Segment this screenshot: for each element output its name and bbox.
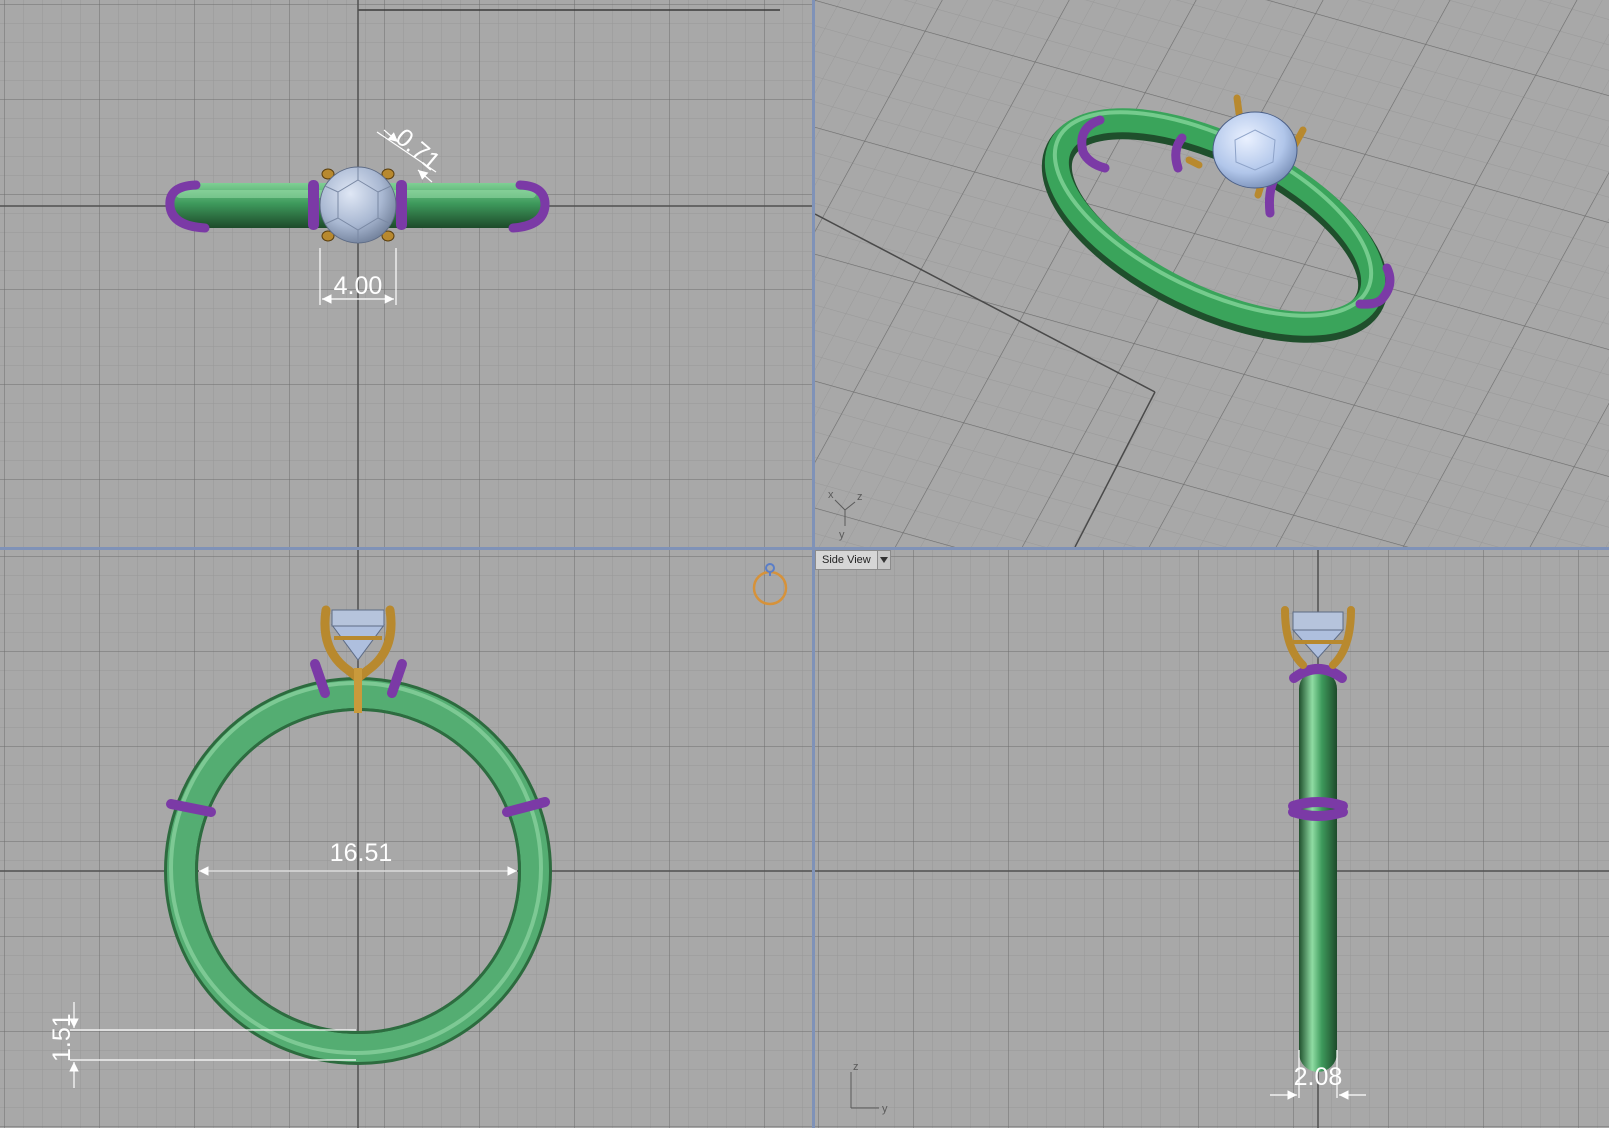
bead-head-left-top[interactable] xyxy=(308,180,319,230)
axis-x-label: x xyxy=(828,489,834,501)
dim-label-stone-width: 4.00 xyxy=(334,272,383,300)
axis-z-label: z xyxy=(857,491,863,503)
top-viewport-canvas: 0.71 4.00 xyxy=(0,0,812,547)
top-viewport[interactable]: 0.71 4.00 xyxy=(0,0,812,547)
gemstone-top[interactable] xyxy=(319,166,397,244)
view-selector-dropdown[interactable]: Side View xyxy=(815,550,891,570)
front-viewport-canvas: 16.51 1.51 xyxy=(0,550,812,1128)
viewport-divider-vertical[interactable] xyxy=(812,0,815,1128)
viewport-divider-horizontal[interactable] xyxy=(0,547,1609,550)
axis-y-label: y xyxy=(839,529,845,541)
ring-band-side[interactable] xyxy=(1299,670,1337,1072)
dim-label-band-thickness: 1.51 xyxy=(48,1013,76,1062)
perspective-viewport-canvas: x z y xyxy=(815,0,1609,547)
side-viewport-canvas: 2.08 z y xyxy=(815,550,1609,1128)
view-selector-label: Side View xyxy=(822,554,871,566)
perspective-viewport[interactable]: x z y xyxy=(815,0,1609,547)
chevron-down-icon[interactable] xyxy=(876,551,890,569)
bead-head-right-top[interactable] xyxy=(396,180,407,230)
axis-y-label-side: y xyxy=(882,1103,888,1115)
axis-z-label-side: z xyxy=(853,1061,859,1073)
dim-label-inner-diameter: 16.51 xyxy=(330,839,393,867)
side-viewport[interactable]: 2.08 z y Side View xyxy=(815,550,1609,1128)
dim-label-band-width: 2.08 xyxy=(1294,1063,1343,1091)
gemstone-perspective[interactable] xyxy=(1212,111,1298,189)
front-viewport[interactable]: 16.51 1.51 xyxy=(0,550,812,1128)
